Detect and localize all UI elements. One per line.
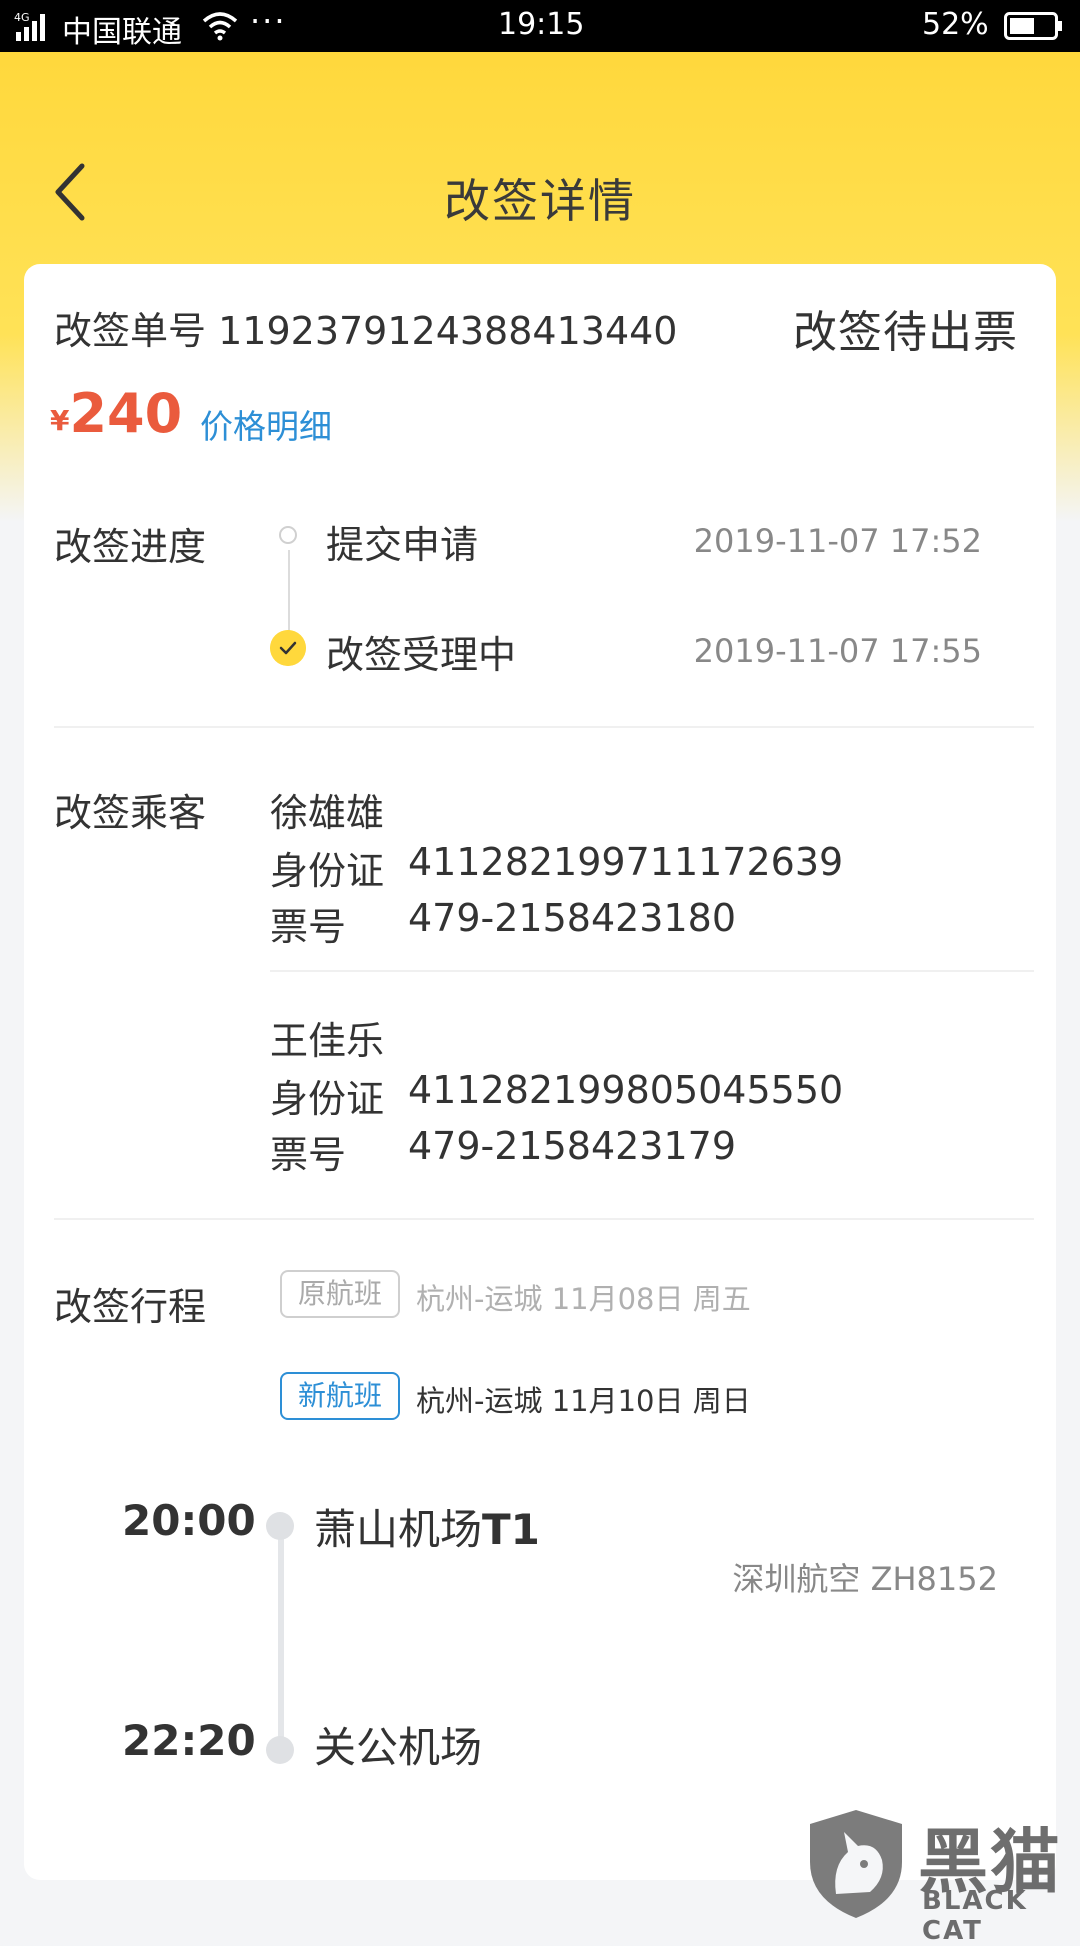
more-dots: ··· (250, 2, 287, 40)
progress-step-time: 2019-11-07 17:55 (693, 632, 982, 670)
passenger-name: 徐雄雄 (270, 791, 385, 835)
order-status: 改签待出票 (793, 307, 1018, 358)
airline-flight: 深圳航空 ZH8152 (732, 1560, 998, 1598)
black-cat-logo-icon (810, 1810, 902, 1918)
departure-airport: 萧山机场T1 (314, 1496, 540, 1557)
date: 11月10日 (551, 1384, 684, 1418)
arrival-dot (266, 1736, 294, 1764)
route: 杭州-运城 (416, 1384, 543, 1418)
progress-step-time: 2019-11-07 17:52 (693, 522, 982, 560)
carrier-name: 中国联通 (62, 15, 182, 50)
progress-step-name: 改签受理中 (326, 633, 517, 677)
arrival-airport: 关公机场 (314, 1723, 483, 1772)
id-label: 身份证 (270, 849, 385, 893)
original-flight-tag: 原航班 (280, 1270, 400, 1318)
price-detail-link[interactable]: 价格明细 (200, 400, 332, 448)
section-divider (54, 1218, 1034, 1220)
order-number-row: 改签单号 1192379124388413440 (54, 300, 677, 355)
new-flight-tag: 新航班 (280, 1372, 400, 1420)
check-circle-icon (270, 630, 306, 666)
ticket-label: 票号 (270, 905, 347, 949)
blackcat-watermark: 黑猫 BLACK CAT (806, 1808, 1080, 1946)
departure-dot (266, 1512, 294, 1540)
passenger-id: 411282199711172639 (408, 840, 844, 884)
progress-label: 改签进度 (54, 525, 207, 569)
passenger-divider (270, 970, 1034, 972)
battery-percent: 52% (922, 7, 989, 42)
wifi-icon (202, 12, 238, 41)
departure-time: 20:00 (122, 1496, 256, 1545)
order-number-label: 改签单号 (54, 309, 207, 353)
route: 杭州-运城 (416, 1282, 543, 1316)
watermark-en: BLACK CAT (922, 1886, 1028, 1946)
order-number: 1192379124388413440 (218, 309, 678, 353)
passengers-label: 改签乘客 (54, 791, 207, 835)
itinerary-label: 改签行程 (54, 1285, 207, 1329)
page-title: 改签详情 (444, 174, 636, 228)
price: ¥240 (50, 382, 182, 445)
status-bar: 4G 中国联通 ··· 19:15 52% (0, 0, 1080, 52)
signal-icon: 4G (14, 11, 45, 41)
passenger-id: 411282199805045550 (408, 1068, 844, 1112)
id-label: 身份证 (270, 1077, 385, 1121)
step-pending-dot (279, 526, 297, 544)
passenger-ticket: 479-2158423179 (408, 1124, 737, 1168)
price-amount: 240 (69, 382, 183, 445)
terminal: T1 (482, 1505, 540, 1554)
ticket-label: 票号 (270, 1133, 347, 1177)
passenger-ticket: 479-2158423180 (408, 896, 737, 940)
battery-icon (1004, 12, 1062, 40)
weekday: 周日 (692, 1384, 751, 1418)
date: 11月08日 (551, 1282, 684, 1316)
weekday: 周五 (692, 1282, 751, 1316)
flight-timeline (278, 1530, 284, 1752)
status-time: 19:15 (498, 7, 585, 42)
currency-symbol: ¥ (50, 404, 70, 437)
section-divider (54, 726, 1034, 728)
network-type: 4G (14, 11, 30, 24)
rebooking-card: 改签单号 1192379124388413440 改签待出票 ¥240 价格明细… (24, 264, 1056, 1880)
arrival-time: 22:20 (122, 1716, 256, 1765)
new-flight-info: 杭州-运城 11月10日 周日 (416, 1378, 751, 1420)
passenger-name: 王佳乐 (270, 1019, 385, 1063)
airport-name: 萧山机场 (314, 1505, 483, 1554)
original-flight-info: 杭州-运城 11月08日 周五 (416, 1276, 751, 1318)
progress-step-name: 提交申请 (326, 523, 479, 567)
